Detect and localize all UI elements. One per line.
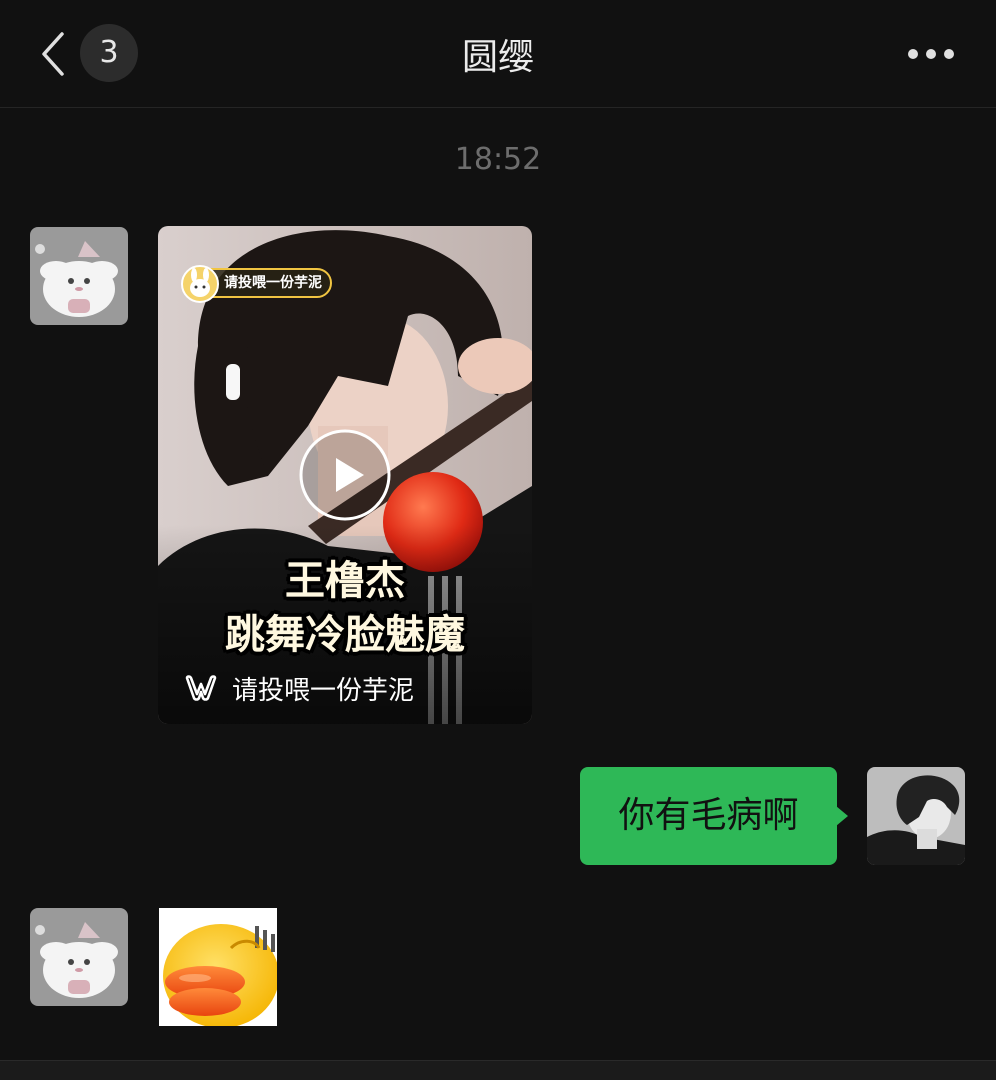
input-bar[interactable]	[0, 1060, 996, 1080]
play-button[interactable]	[298, 428, 392, 522]
channel-chip-label: 请投喂一份芋泥	[224, 275, 322, 291]
channel-footer: 请投喂一份芋泥	[184, 670, 414, 706]
sent-text-bubble[interactable]: 你有毛病啊	[580, 767, 837, 865]
unread-count-badge[interactable]: 3	[80, 24, 138, 82]
more-dots-icon	[908, 49, 954, 59]
my-avatar[interactable]	[867, 767, 965, 865]
video-overlay-title-line1: 王橹杰	[285, 558, 405, 604]
duck-lips-sticker-icon	[163, 924, 277, 1026]
more-options-button[interactable]	[906, 40, 956, 68]
video-overlay-title-line2: 跳舞冷脸魅魔	[225, 612, 465, 658]
message-timestamp: 18:52	[454, 142, 542, 177]
sticker-message[interactable]	[159, 908, 277, 1026]
channel-name: 请投喂一份芋泥	[232, 675, 415, 706]
channels-logo-icon	[185, 675, 217, 701]
contact-avatar[interactable]	[30, 908, 128, 1006]
play-icon	[299, 429, 391, 521]
back-button[interactable]	[36, 28, 76, 80]
channel-chip: 请投喂一份芋泥	[181, 265, 332, 303]
bubble-tail	[836, 806, 848, 826]
contact-avatar[interactable]	[30, 227, 128, 325]
chat-title: 圆缨	[461, 37, 534, 78]
chat-header: 3 圆缨	[0, 0, 996, 108]
chevron-left-icon	[42, 32, 64, 76]
bunny-avatar-icon	[181, 265, 219, 303]
video-message-card[interactable]: 请投喂一份芋泥 王橹杰 跳舞冷脸魅魔 请投喂一份芋泥	[158, 226, 532, 724]
